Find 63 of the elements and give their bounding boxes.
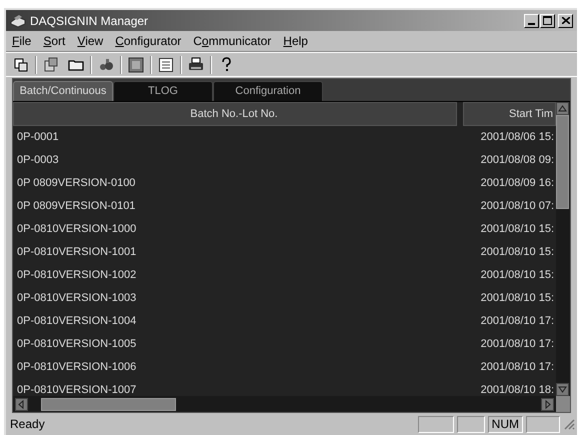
column-header[interactable]: Start Tim [463,102,556,126]
scroll-thumb[interactable] [41,398,176,410]
table-cell-text: 2001/08/10 17: [480,360,555,376]
printer-icon[interactable] [188,56,204,72]
table-cell-text: 2001/08/10 07: [480,199,555,214]
menu-item[interactable]: Sort [37,32,72,50]
list-icon[interactable] [158,56,174,72]
table-cell-text: 0P-0810VERSION-1000 [16,222,138,238]
tab[interactable]: Configuration [213,81,323,101]
menu-item[interactable]: Configurator [109,32,188,50]
vertical-scrollbar[interactable] [556,102,570,412]
maximize-button[interactable] [540,14,555,28]
table-cell-text: 0P-0810VERSION-1007 [16,383,138,396]
table-cell-text: 2001/08/10 17: [480,314,555,330]
table-cell-text: 2001/08/08 09: [480,153,555,168]
table-cell-text: 0P-0810VERSION-1006 [16,360,138,376]
horizontal-scrollbar[interactable] [13,396,556,412]
maximize-icon [543,16,552,25]
status-pane [526,416,560,432]
resize-grip-icon[interactable] [563,418,575,430]
scroll-thumb[interactable] [556,115,569,209]
status-pane [418,416,454,432]
tab[interactable]: TLOG [113,81,213,101]
copy-icon[interactable] [13,56,29,72]
minimize-icon [528,22,535,24]
scroll-left-icon[interactable] [15,398,28,410]
table-cell-text: 2001/08/10 17: [480,337,555,352]
scroll-up-icon[interactable] [556,102,569,115]
scrollbar-corner [556,396,570,412]
table-cell-text: 0P-0003 [16,153,60,168]
table-cell-text: 0P 0809VERSION-0100 [16,176,136,192]
table-cell-text: 0P-0810VERSION-1001 [16,245,138,260]
table-cell-text: 2001/08/06 15: [480,130,555,146]
status-text: Ready [9,416,46,433]
table-cell-text: 0P-0810VERSION-1003 [16,291,138,306]
minimize-button[interactable] [524,14,539,28]
app-icon [10,14,26,28]
table-cell-text: 2001/08/10 15: [480,222,555,238]
table-cell-text: 2001/08/09 16: [480,176,555,192]
document-icon[interactable] [43,56,59,72]
status-pane [456,416,485,432]
table-cell-text: 0P 0809VERSION-0101 [16,199,136,214]
picture-icon[interactable] [128,56,144,72]
table-cell-text: 2001/08/10 18: [480,383,555,396]
column-header[interactable]: Batch No.-Lot No. [13,102,457,126]
tab[interactable]: Batch/Continuous [13,81,113,101]
window-title: DAQSIGNIN Manager [30,12,148,30]
num-lock-indicator: NUM [488,416,523,432]
table-cell-text: 0P-0810VERSION-1002 [16,268,138,284]
menu-item[interactable]: File [6,32,38,50]
table-cell-text: 2001/08/10 15: [480,268,555,284]
table-cell-text: 0P-0810VERSION-1004 [16,314,138,330]
table-cell-text: 2001/08/10 15: [480,291,555,306]
scroll-down-icon[interactable] [556,383,569,396]
close-button[interactable] [558,14,573,28]
table-cell-text: 0P-0810VERSION-1005 [16,337,138,352]
menu-item[interactable]: Communicator [187,32,278,50]
table-cell-text: 2001/08/10 15: [480,245,555,260]
menu-item[interactable]: Help [277,32,314,50]
menu-item[interactable]: View [71,32,110,50]
close-icon [562,17,570,24]
scroll-right-icon[interactable] [541,398,554,410]
table-cell-text: 0P-0001 [16,130,60,146]
